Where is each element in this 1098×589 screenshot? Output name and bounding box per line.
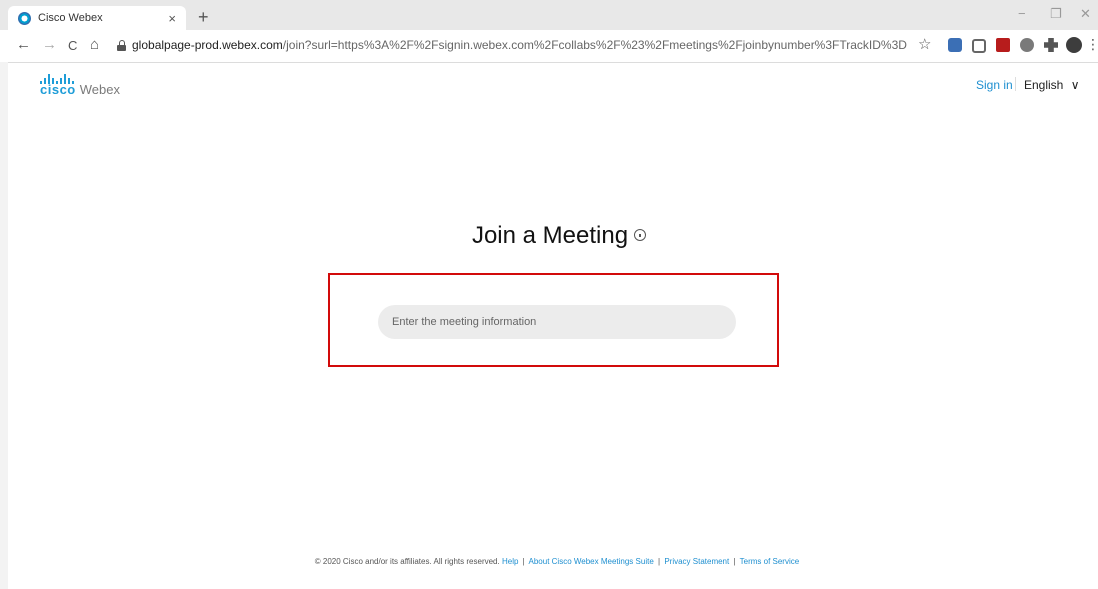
close-window-icon[interactable]: ✕	[1080, 6, 1091, 22]
cisco-webex-logo[interactable]: cisco Webex	[40, 74, 120, 96]
screenshot-icon[interactable]	[972, 39, 986, 53]
page-title: Join a Meeting	[0, 222, 1098, 250]
info-icon[interactable]	[634, 228, 647, 241]
tab-close-icon[interactable]: ×	[168, 11, 176, 26]
footer-separator: |	[658, 557, 661, 566]
about-link[interactable]: About Cisco Webex Meetings Suite	[529, 557, 654, 566]
minimize-icon[interactable]: −	[1018, 6, 1026, 21]
address-bar[interactable]: globalpage-prod.webex.com/join?surl=http…	[132, 38, 907, 52]
settings-extension-icon[interactable]	[1020, 38, 1034, 52]
pdf-icon[interactable]	[996, 38, 1010, 52]
new-tab-button[interactable]: +	[198, 7, 209, 28]
language-label: English	[1024, 78, 1064, 92]
logo-webex-text: Webex	[79, 82, 120, 97]
profile-avatar-icon[interactable]	[1066, 37, 1082, 53]
lock-icon	[117, 40, 126, 51]
header-divider	[1015, 77, 1016, 91]
footer-separator: |	[522, 557, 525, 566]
browser-tab-bar: Cisco Webex × + − ❐ ✕	[0, 0, 1098, 30]
help-link[interactable]: Help	[502, 557, 518, 566]
terms-link[interactable]: Terms of Service	[740, 557, 800, 566]
puzzle-icon[interactable]	[1044, 38, 1058, 52]
sign-in-link[interactable]: Sign in	[976, 78, 1013, 92]
url-host: globalpage-prod.webex.com	[132, 38, 283, 52]
back-icon[interactable]: ←	[16, 36, 31, 53]
camera-extension-icon[interactable]	[948, 38, 962, 52]
footer: © 2020 Cisco and/or its affiliates. All …	[0, 557, 1098, 566]
join-meeting-title: Join a Meeting	[471, 222, 629, 249]
home-icon[interactable]: ⌂	[90, 36, 99, 53]
forward-icon[interactable]: →	[42, 36, 57, 53]
bookmark-star-icon[interactable]: ☆	[918, 35, 931, 53]
copyright-text: © 2020 Cisco and/or its affiliates. All …	[314, 557, 500, 566]
browser-menu-icon[interactable]: ⋮	[1086, 36, 1098, 53]
tab-title: Cisco Webex	[38, 12, 103, 24]
url-path: /join?surl=https%3A%2F%2Fsignin.webex.co…	[282, 38, 907, 52]
meeting-info-input[interactable]	[378, 305, 736, 339]
logo-cisco-text: cisco	[40, 82, 76, 97]
reload-icon[interactable]: C	[68, 38, 77, 53]
language-selector[interactable]: English ∨	[1024, 78, 1080, 92]
browser-tab[interactable]: Cisco Webex ×	[8, 6, 186, 30]
chevron-down-icon: ∨	[1070, 78, 1080, 92]
webex-favicon-icon	[18, 11, 31, 25]
browser-toolbar: ← → C ⌂ globalpage-prod.webex.com/join?s…	[0, 30, 1098, 63]
privacy-link[interactable]: Privacy Statement	[664, 557, 729, 566]
page-left-rail	[0, 62, 8, 589]
footer-separator: |	[733, 557, 736, 566]
restore-icon[interactable]: ❐	[1050, 6, 1062, 22]
